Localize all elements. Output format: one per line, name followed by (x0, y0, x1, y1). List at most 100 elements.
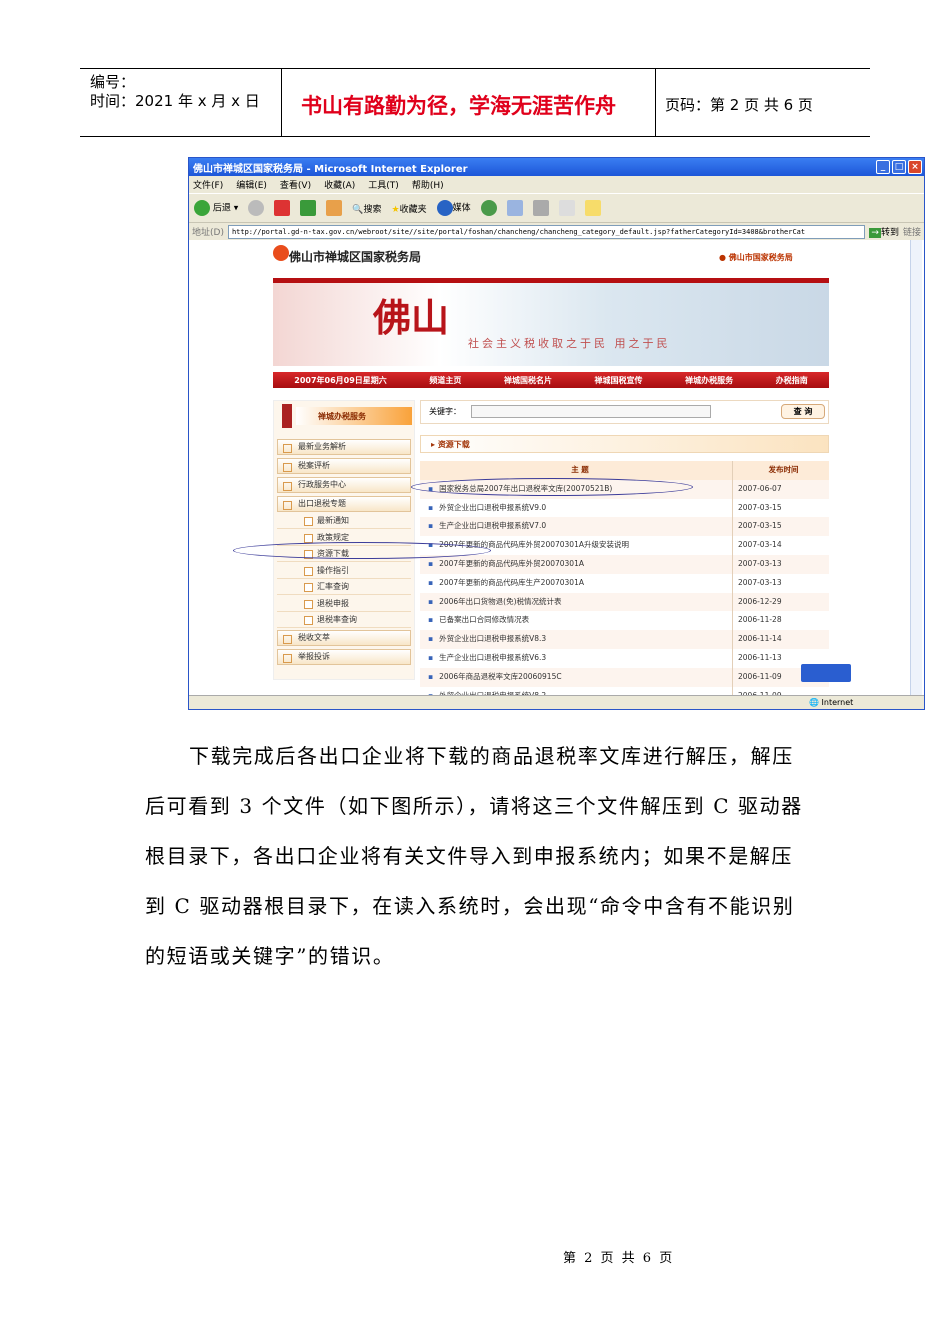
section-title: 资源下载 (437, 440, 470, 449)
sidebar-subitem[interactable]: 最新通知 (277, 513, 411, 529)
menu-tools[interactable]: 工具(T) (368, 178, 399, 191)
address-label: 地址(D) (192, 228, 224, 238)
menu-favorites[interactable]: 收藏(A) (324, 178, 355, 191)
refresh-icon[interactable] (300, 200, 317, 216)
row-subject[interactable]: ▪ 已备案出口合同修改情况表 (420, 611, 733, 631)
media-button[interactable]: 媒体 (436, 200, 471, 216)
nav-home[interactable]: 频道主页 (429, 375, 461, 386)
history-icon[interactable] (480, 200, 497, 216)
header-bottom-rule (80, 136, 870, 137)
row-subject[interactable]: ▪ 2007年更新的商品代码库外贸20070301A (420, 554, 733, 574)
sidebar-subitem[interactable]: 退税率查询 (277, 612, 411, 628)
edit-icon[interactable] (558, 200, 575, 216)
table-row[interactable]: ▪ 2007年更新的商品代码库外贸20070301A 2007-03-13 (420, 554, 829, 574)
maximize-icon[interactable]: □ (892, 160, 906, 174)
search-submit-button[interactable]: 查 询 (781, 404, 825, 419)
sidebar-subitem[interactable]: 退税申报 (277, 596, 411, 612)
sidebar-item[interactable]: 最新业务解析 (277, 439, 411, 455)
mail-icon[interactable] (506, 200, 523, 216)
section-header: ▸ 资源下载 (420, 435, 829, 453)
menu-file[interactable]: 文件(F) (193, 178, 223, 191)
bullet-icon: ▪ (428, 521, 434, 531)
table-row[interactable]: ▪ 2007年更新的商品代码库生产20070301A 2007-03-13 (420, 573, 829, 593)
search-button[interactable]: 🔍搜索 (352, 202, 381, 215)
row-subject-text: 2007年更新的商品代码库生产20070301A (439, 577, 584, 587)
table-row[interactable]: ▪ 生产企业出口退税申报系统V6.3 2006-11-13 (420, 648, 829, 668)
row-subject-text: 外贸企业出口退税申报系统V8.3 (439, 634, 547, 644)
sidebar-item[interactable]: 税案评析 (277, 458, 411, 474)
row-date: 2007-03-15 (738, 502, 782, 512)
nav-guide[interactable]: 办税指南 (776, 375, 808, 386)
window-title: 佛山市禅城区国家税务局 - Microsoft Internet Explore… (193, 164, 468, 175)
row-subject-text: 2007年更新的商品代码库外贸20070301A (439, 558, 584, 568)
media-label: 媒体 (452, 203, 471, 214)
bullet-icon: ▪ (428, 671, 434, 681)
col-date: 发布时间 (768, 465, 799, 474)
row-date: 2007-03-15 (738, 521, 782, 531)
menu-help[interactable]: 帮助(H) (412, 178, 444, 191)
close-icon[interactable]: × (908, 160, 922, 174)
row-date: 2006-11-28 (738, 615, 782, 625)
address-bar: 地址(D) http://portal.gd-n-tax.gov.cn/webr… (189, 222, 924, 240)
row-subject[interactable]: ▪ 外贸企业出口退税申报系统V8.3 (420, 630, 733, 649)
body-paragraph: 下载完成后各出口企业将下载的商品退税率文库进行解压，解压后可看到 3 个文件（如… (145, 744, 803, 968)
sidebar-item[interactable]: 出口退税专题 (277, 496, 411, 512)
keyword-input[interactable] (471, 405, 711, 418)
row-subject[interactable]: ▪ 2007年更新的商品代码库生产20070301A (420, 573, 733, 593)
table-row[interactable]: ▪ 2006年出口货物退(免)税情况统计表 2006-12-29 (420, 592, 829, 612)
table-row[interactable]: ▪ 已备案出口合同修改情况表 2006-11-28 (420, 611, 829, 631)
home-icon[interactable] (326, 200, 343, 216)
row-subject-text: 外贸企业出口退税申报系统V9.0 (439, 502, 547, 512)
minimize-icon[interactable]: _ (876, 160, 890, 174)
links-label[interactable]: 链接 (903, 225, 921, 238)
url-input[interactable]: http://portal.gd-n-tax.gov.cn/webroot/si… (227, 224, 866, 239)
sidebar-subitem[interactable]: 汇率查询 (277, 579, 411, 595)
row-subject[interactable]: ▪ 2006年出口货物退(免)税情况统计表 (420, 592, 733, 612)
banner-calligraphy: 佛山 (373, 295, 450, 340)
bullet-icon: ▪ (428, 502, 434, 512)
menu-edit[interactable]: 编辑(E) (236, 178, 267, 191)
row-subject-text: 2006年出口货物退(免)税情况统计表 (439, 596, 562, 606)
forward-icon[interactable] (248, 200, 265, 216)
row-subject[interactable]: ▪ 外贸企业出口退税申报系统V9.0 (420, 498, 733, 518)
back-button[interactable]: 后退 ▾ (194, 200, 238, 216)
site-banner: 佛山 社会主义税收取之于民 用之于民 (273, 278, 829, 366)
table-row[interactable]: ▪ 外贸企业出口退税申报系统V8.3 2006-11-14 (420, 630, 829, 649)
go-button[interactable]: → 转到 (869, 225, 899, 238)
ime-toolbar[interactable] (801, 664, 851, 682)
go-arrow-icon: → (869, 228, 881, 238)
notes-icon[interactable] (584, 200, 601, 216)
nav-services[interactable]: 禅城办税服务 (685, 375, 733, 386)
bullet-icon: ▪ (428, 558, 434, 568)
search-panel: 关键字： 查 询 (420, 400, 829, 424)
print-icon[interactable] (532, 200, 549, 216)
back-icon (194, 200, 210, 216)
menu-view[interactable]: 查看(V) (280, 178, 311, 191)
sidebar-item[interactable]: 税收文萃 (277, 630, 411, 646)
favorites-button[interactable]: ★收藏夹 (392, 202, 427, 215)
nav-publicity[interactable]: 禅城国税宣传 (595, 375, 643, 386)
sidebar-item[interactable]: 行政服务中心 (277, 477, 411, 493)
table-row[interactable]: ▪ 外贸企业出口退税申报系统V9.0 2007-03-15 (420, 498, 829, 518)
row-subject-text: 生产企业出口退税申报系统V6.3 (439, 652, 547, 662)
sidebar-item[interactable]: 举报投诉 (277, 649, 411, 665)
sidebar-subitem[interactable]: 操作指引 (277, 563, 411, 579)
stop-icon[interactable] (274, 200, 291, 216)
top-link[interactable]: ● 佛山市国家税务局 (719, 252, 793, 263)
annotation-ellipse (411, 478, 693, 496)
header-motto: 书山有路勤为径，学海无涯苦作舟 (301, 94, 616, 118)
page-content: 佛山市禅城区国家税务局 ● 佛山市国家税务局 佛山 社会主义税收取之于民 用之于… (189, 240, 911, 706)
table-row[interactable]: ▪ 2006年商品退税率文库20060915C 2006-11-09 (420, 667, 829, 687)
row-subject[interactable]: ▪ 生产企业出口退税申报系统V6.3 (420, 648, 733, 668)
media-icon (436, 200, 453, 216)
table-row[interactable]: ▪ 生产企业出口退税申报系统V7.0 2007-03-15 (420, 517, 829, 537)
row-subject[interactable]: ▪ 生产企业出口退税申报系统V7.0 (420, 517, 733, 537)
status-zone: Internet (821, 698, 854, 707)
keyword-label: 关键字： (429, 407, 461, 416)
row-date: 2007-03-13 (738, 558, 782, 568)
row-date: 2006-12-29 (738, 596, 782, 606)
nav-profile[interactable]: 禅城国税名片 (504, 375, 552, 386)
person-icon (282, 404, 292, 428)
row-subject[interactable]: ▪ 2006年商品退税率文库20060915C (420, 667, 733, 687)
vertical-scrollbar[interactable] (910, 240, 922, 695)
